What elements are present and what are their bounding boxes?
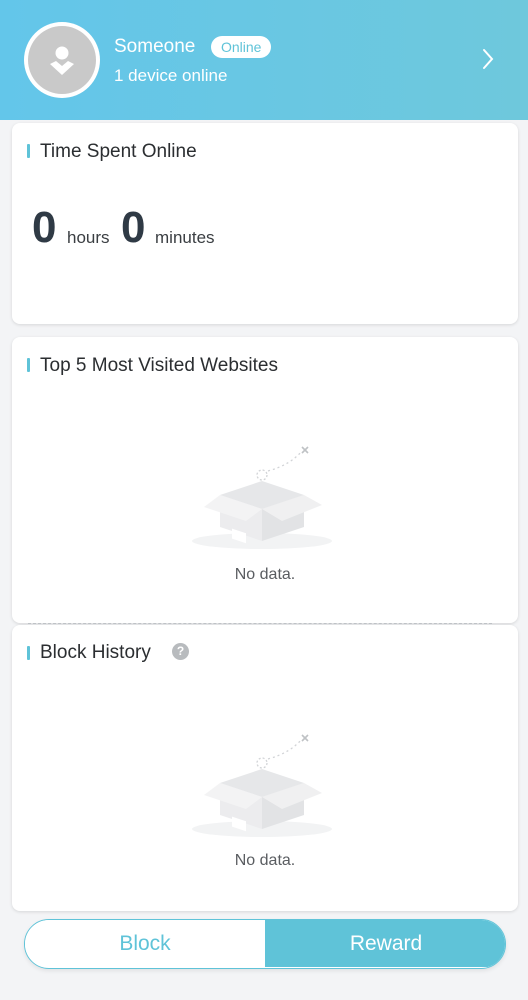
device-count-text: 1 device online [114, 66, 228, 85]
title-accent-bar [27, 646, 30, 660]
title-accent-bar [27, 358, 30, 372]
help-icon[interactable]: ? [172, 643, 189, 660]
block-tab[interactable]: Block [25, 920, 265, 967]
user-name: Someone [114, 36, 196, 57]
minutes-value: 0 [121, 203, 146, 252]
dashed-divider [28, 623, 492, 624]
empty-box-icon [192, 734, 332, 837]
empty-state-text: No data. [234, 566, 296, 583]
top-websites-card: Top 5 Most Visited Websites No data. [12, 337, 518, 623]
profile-header[interactable]: Someone Online 1 device online [0, 0, 528, 120]
avatar-placeholder [28, 26, 96, 94]
online-status-badge: Online [211, 36, 272, 58]
top-websites-title: Top 5 Most Visited Websites [40, 355, 278, 376]
avatar-person-icon [50, 46, 74, 75]
time-spent-title: Time Spent Online [40, 141, 197, 162]
empty-state-text: No data. [234, 852, 296, 869]
hours-value: 0 [32, 203, 57, 252]
minutes-unit: minutes [155, 228, 215, 247]
title-accent-bar [27, 144, 30, 158]
block-history-title: Block History [40, 642, 151, 663]
chevron-right-icon[interactable] [482, 48, 494, 70]
block-history-card: Block History ? No data. [12, 625, 518, 911]
time-spent-card: Time Spent Online 0 hours 0 minutes [12, 123, 518, 324]
empty-box-icon [192, 446, 332, 549]
reward-tab[interactable]: Reward [265, 920, 505, 967]
avatar [24, 22, 100, 98]
block-reward-toggle: Block Reward [24, 919, 506, 969]
hours-unit: hours [67, 228, 110, 247]
